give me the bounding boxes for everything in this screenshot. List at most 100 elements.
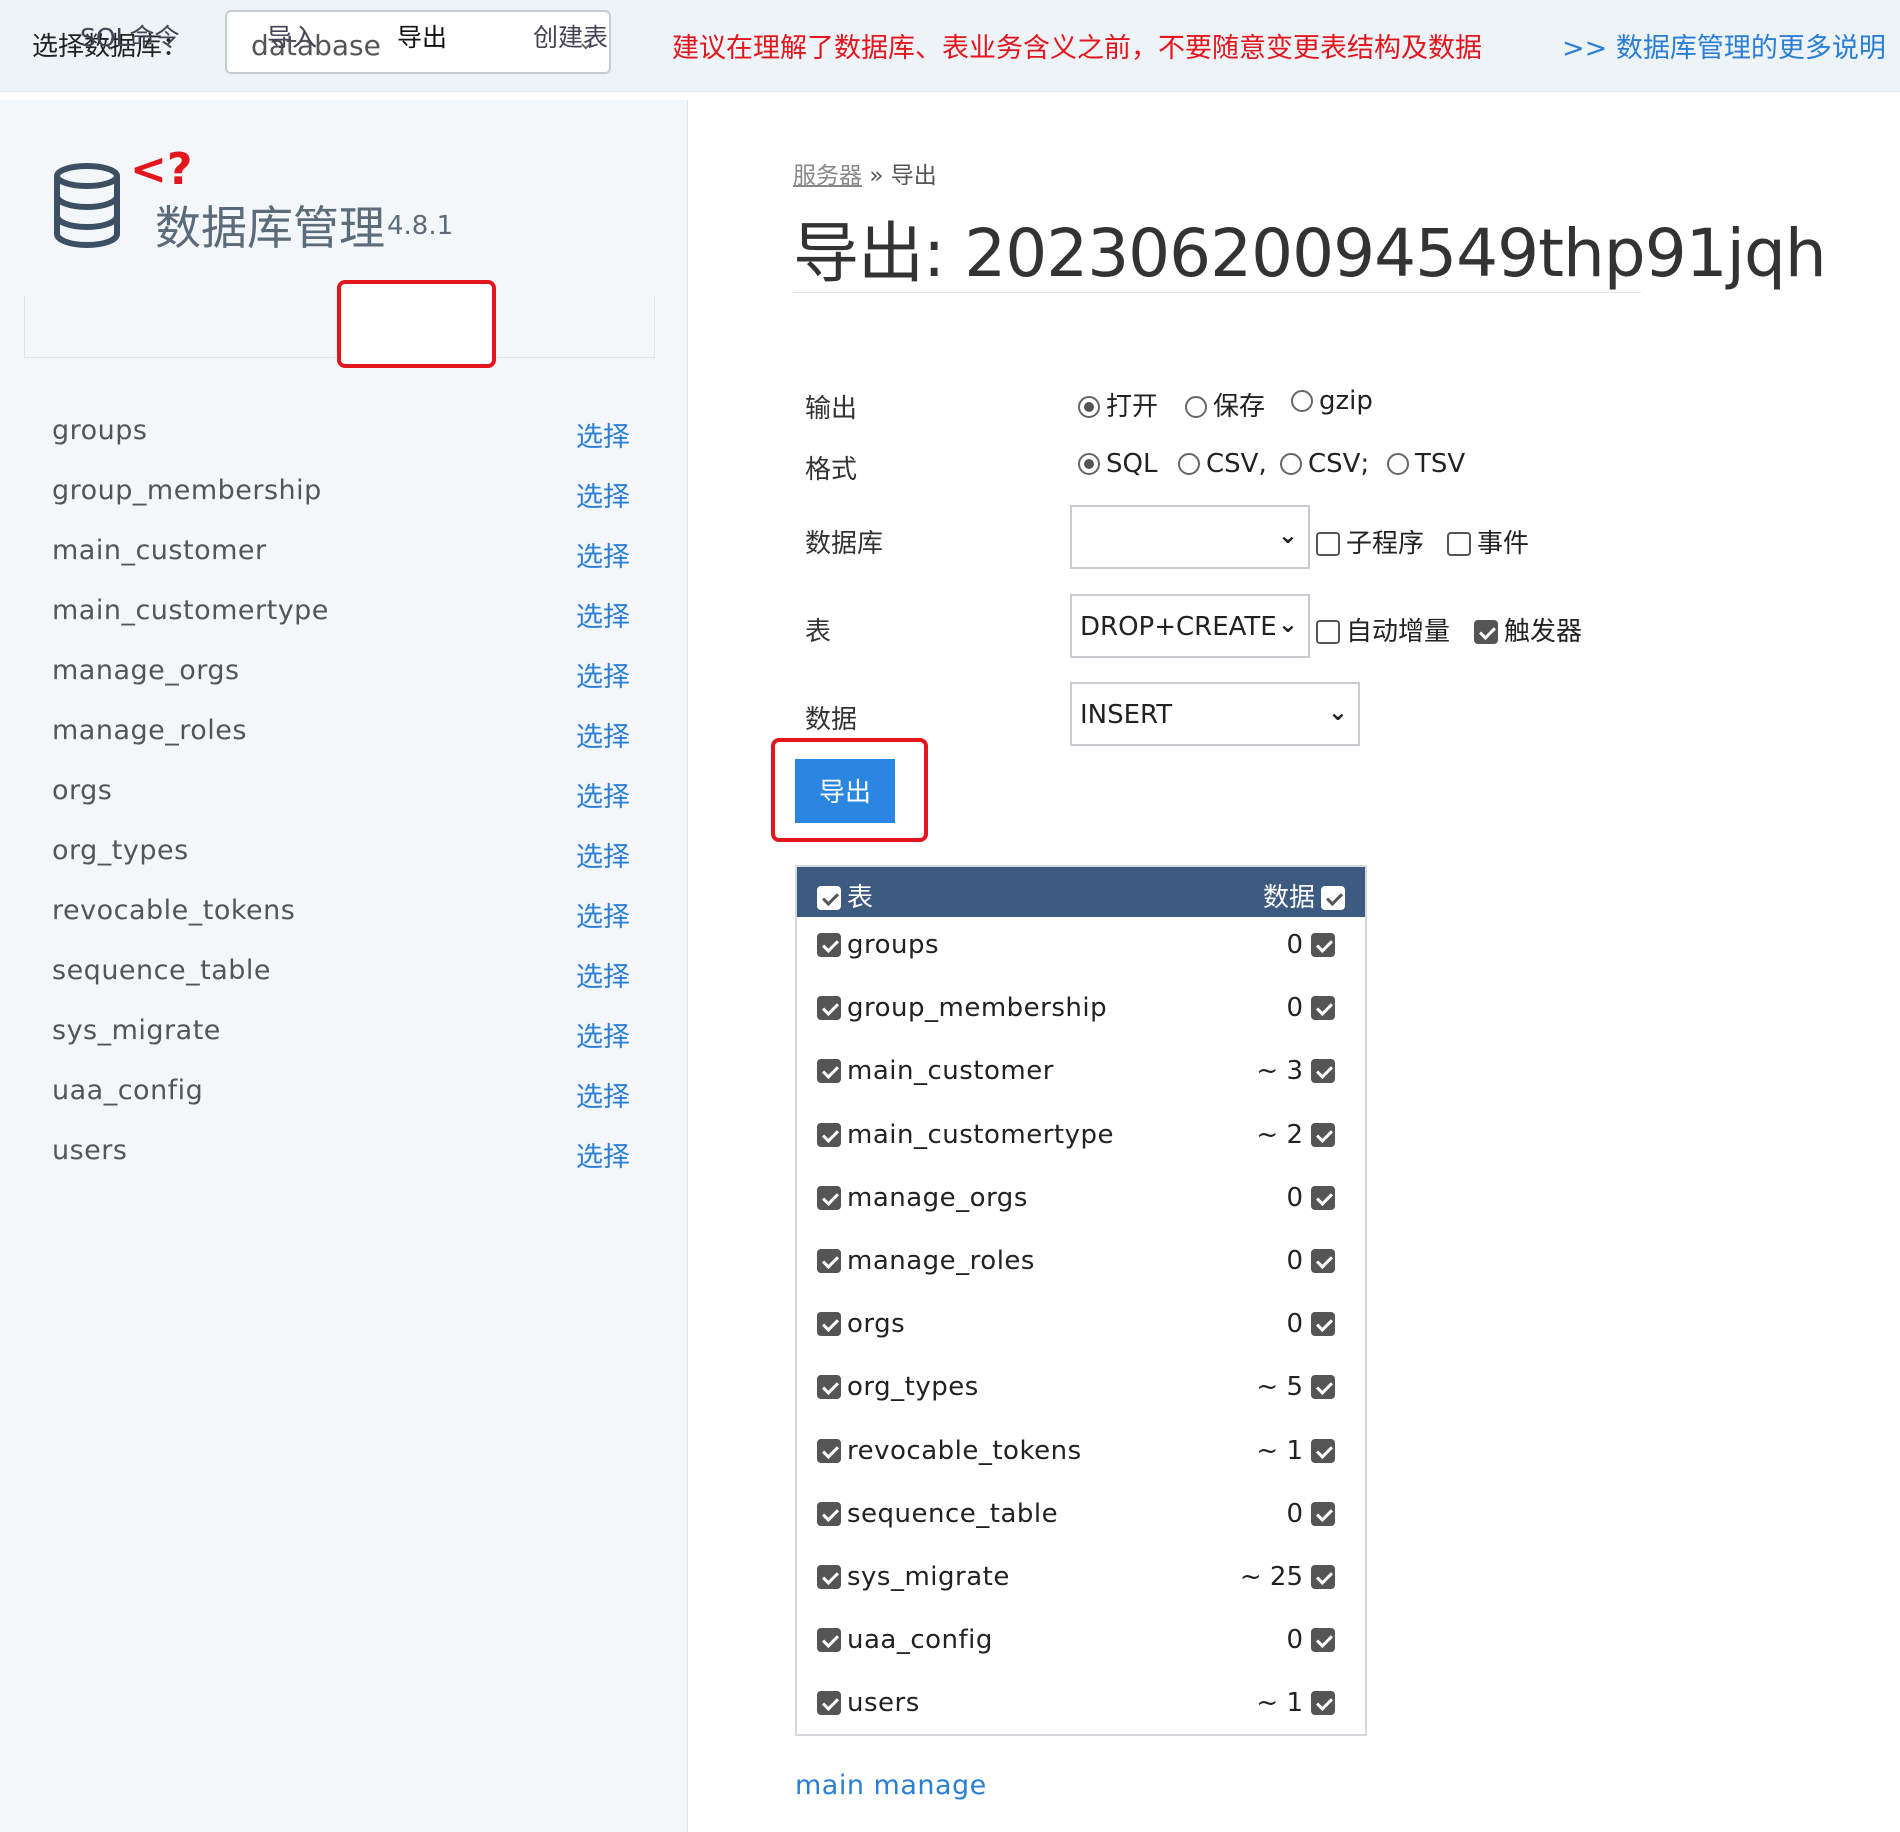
data-checkbox[interactable] [1311,1438,1335,1463]
checkbox-icon[interactable] [1474,620,1498,644]
radio-icon[interactable] [1178,453,1200,475]
table-checkbox[interactable] [817,1375,841,1400]
table-link[interactable]: main_customertype [52,595,329,626]
table-checkbox[interactable] [817,996,841,1021]
breadcrumb-server-link[interactable]: 服务器 [793,163,862,189]
data-checkbox[interactable] [1311,1564,1335,1589]
format-option-sql[interactable]: SQL [1078,449,1157,479]
events-checkbox[interactable]: 事件 [1447,523,1529,560]
database-label: 数据库 [805,529,884,559]
data-checkbox[interactable] [1311,1628,1335,1653]
select-all-tables-checkbox[interactable] [817,886,841,910]
radio-icon[interactable] [1185,396,1207,418]
data-checkbox[interactable] [1311,1501,1335,1526]
breadcrumb-current: 导出 [890,163,937,189]
table-checkbox[interactable] [817,1691,841,1716]
table-checkbox[interactable] [817,1059,841,1084]
list-item: uaa_config 选择 [52,1075,632,1135]
table-link[interactable]: uaa_config [52,1075,203,1106]
data-checkbox[interactable] [1311,1122,1335,1147]
table-checkbox[interactable] [817,1438,841,1463]
database-icon [54,163,120,248]
tab-sql-command[interactable]: SQL命令 [80,18,179,54]
more-info-link[interactable]: >> 数据库管理的更多说明 [1562,26,1886,65]
select-table-link[interactable]: 选择 [576,835,630,874]
select-table-link[interactable]: 选择 [576,715,630,754]
tab-create-table[interactable]: 创建表 [533,18,608,54]
radio-icon[interactable] [1078,396,1100,418]
list-item: orgs 选择 [52,775,632,835]
select-table-link[interactable]: 选择 [576,1075,630,1114]
table-link[interactable]: orgs [52,775,112,806]
table-checkbox[interactable] [817,1185,841,1210]
table-checkbox[interactable] [817,1122,841,1147]
radio-icon[interactable] [1291,390,1313,412]
data-checkbox[interactable] [1311,1375,1335,1400]
format-option-tsv[interactable]: TSV [1387,449,1465,479]
table-link[interactable]: revocable_tokens [52,895,295,926]
table-checkbox[interactable] [817,1564,841,1589]
table-link[interactable]: groups [52,415,147,446]
table-link[interactable]: sys_migrate [52,1015,221,1046]
table-link[interactable]: manage_roles [52,715,247,746]
table-link[interactable]: manage_orgs [52,655,240,686]
data-checkbox[interactable] [1311,1185,1335,1210]
select-table-link[interactable]: 选择 [576,775,630,814]
checkbox-icon[interactable] [1316,620,1340,644]
chevron-down-icon: ⌄ [1277,521,1298,549]
list-item: sequence_table 选择 [52,955,632,1015]
tab-export[interactable]: 导出 [397,18,447,54]
table-checkbox[interactable] [817,1628,841,1653]
database-dropdown[interactable]: ⌄ [1070,505,1310,569]
table-row: sys_migrate ~ 25 [797,1562,1365,1625]
export-button[interactable]: 导出 [795,759,895,823]
select-table-link[interactable]: 选择 [576,895,630,934]
data-option-dropdown[interactable]: INSERT ⌄ [1070,682,1360,746]
data-checkbox[interactable] [1311,933,1335,957]
data-checkbox[interactable] [1311,1691,1335,1716]
main-manage-link[interactable]: main manage [795,1770,987,1801]
data-checkbox[interactable] [1311,1312,1335,1337]
select-table-link[interactable]: 选择 [576,535,630,574]
select-table-link[interactable]: 选择 [576,1135,630,1174]
table-link[interactable]: users [52,1135,127,1166]
table-checkbox[interactable] [817,1501,841,1526]
list-item: main_customertype 选择 [52,595,632,655]
select-table-link[interactable]: 选择 [576,655,630,694]
select-table-link[interactable]: 选择 [576,415,630,454]
output-option-save[interactable]: 保存 [1185,386,1265,423]
table-checkbox[interactable] [817,1312,841,1337]
checkbox-icon[interactable] [1447,532,1471,556]
table-option-dropdown[interactable]: DROP+CREATE ⌄ [1070,594,1310,658]
table-checkbox[interactable] [817,1248,841,1273]
triggers-checkbox[interactable]: 触发器 [1474,611,1582,648]
table-link[interactable]: group_membership [52,475,322,506]
output-option-gzip[interactable]: gzip [1291,386,1373,416]
table-link[interactable]: sequence_table [52,955,271,986]
radio-icon[interactable] [1387,453,1409,475]
table-checkbox[interactable] [817,933,841,957]
list-item: sys_migrate 选择 [52,1015,632,1075]
select-table-link[interactable]: 选择 [576,955,630,994]
list-item: groups 选择 [52,415,632,475]
radio-icon[interactable] [1078,453,1100,475]
select-table-link[interactable]: 选择 [576,595,630,634]
checkbox-icon[interactable] [1316,532,1340,556]
list-item: revocable_tokens 选择 [52,895,632,955]
table-link[interactable]: main_customer [52,535,267,566]
select-table-link[interactable]: 选择 [576,475,630,514]
auto-increment-checkbox[interactable]: 自动增量 [1316,611,1450,648]
format-option-csv-comma[interactable]: CSV, [1178,449,1267,479]
radio-icon[interactable] [1280,453,1302,475]
routines-checkbox[interactable]: 子程序 [1316,523,1424,560]
data-checkbox[interactable] [1311,1059,1335,1084]
output-option-open[interactable]: 打开 [1078,386,1158,423]
tab-import[interactable]: 导入 [267,18,317,54]
breadcrumb: 服务器 » 导出 [793,156,937,190]
data-checkbox[interactable] [1311,1248,1335,1273]
select-all-data-checkbox[interactable] [1321,886,1345,910]
select-table-link[interactable]: 选择 [576,1015,630,1054]
data-checkbox[interactable] [1311,996,1335,1021]
table-link[interactable]: org_types [52,835,189,866]
format-option-csv-semicolon[interactable]: CSV; [1280,449,1369,479]
